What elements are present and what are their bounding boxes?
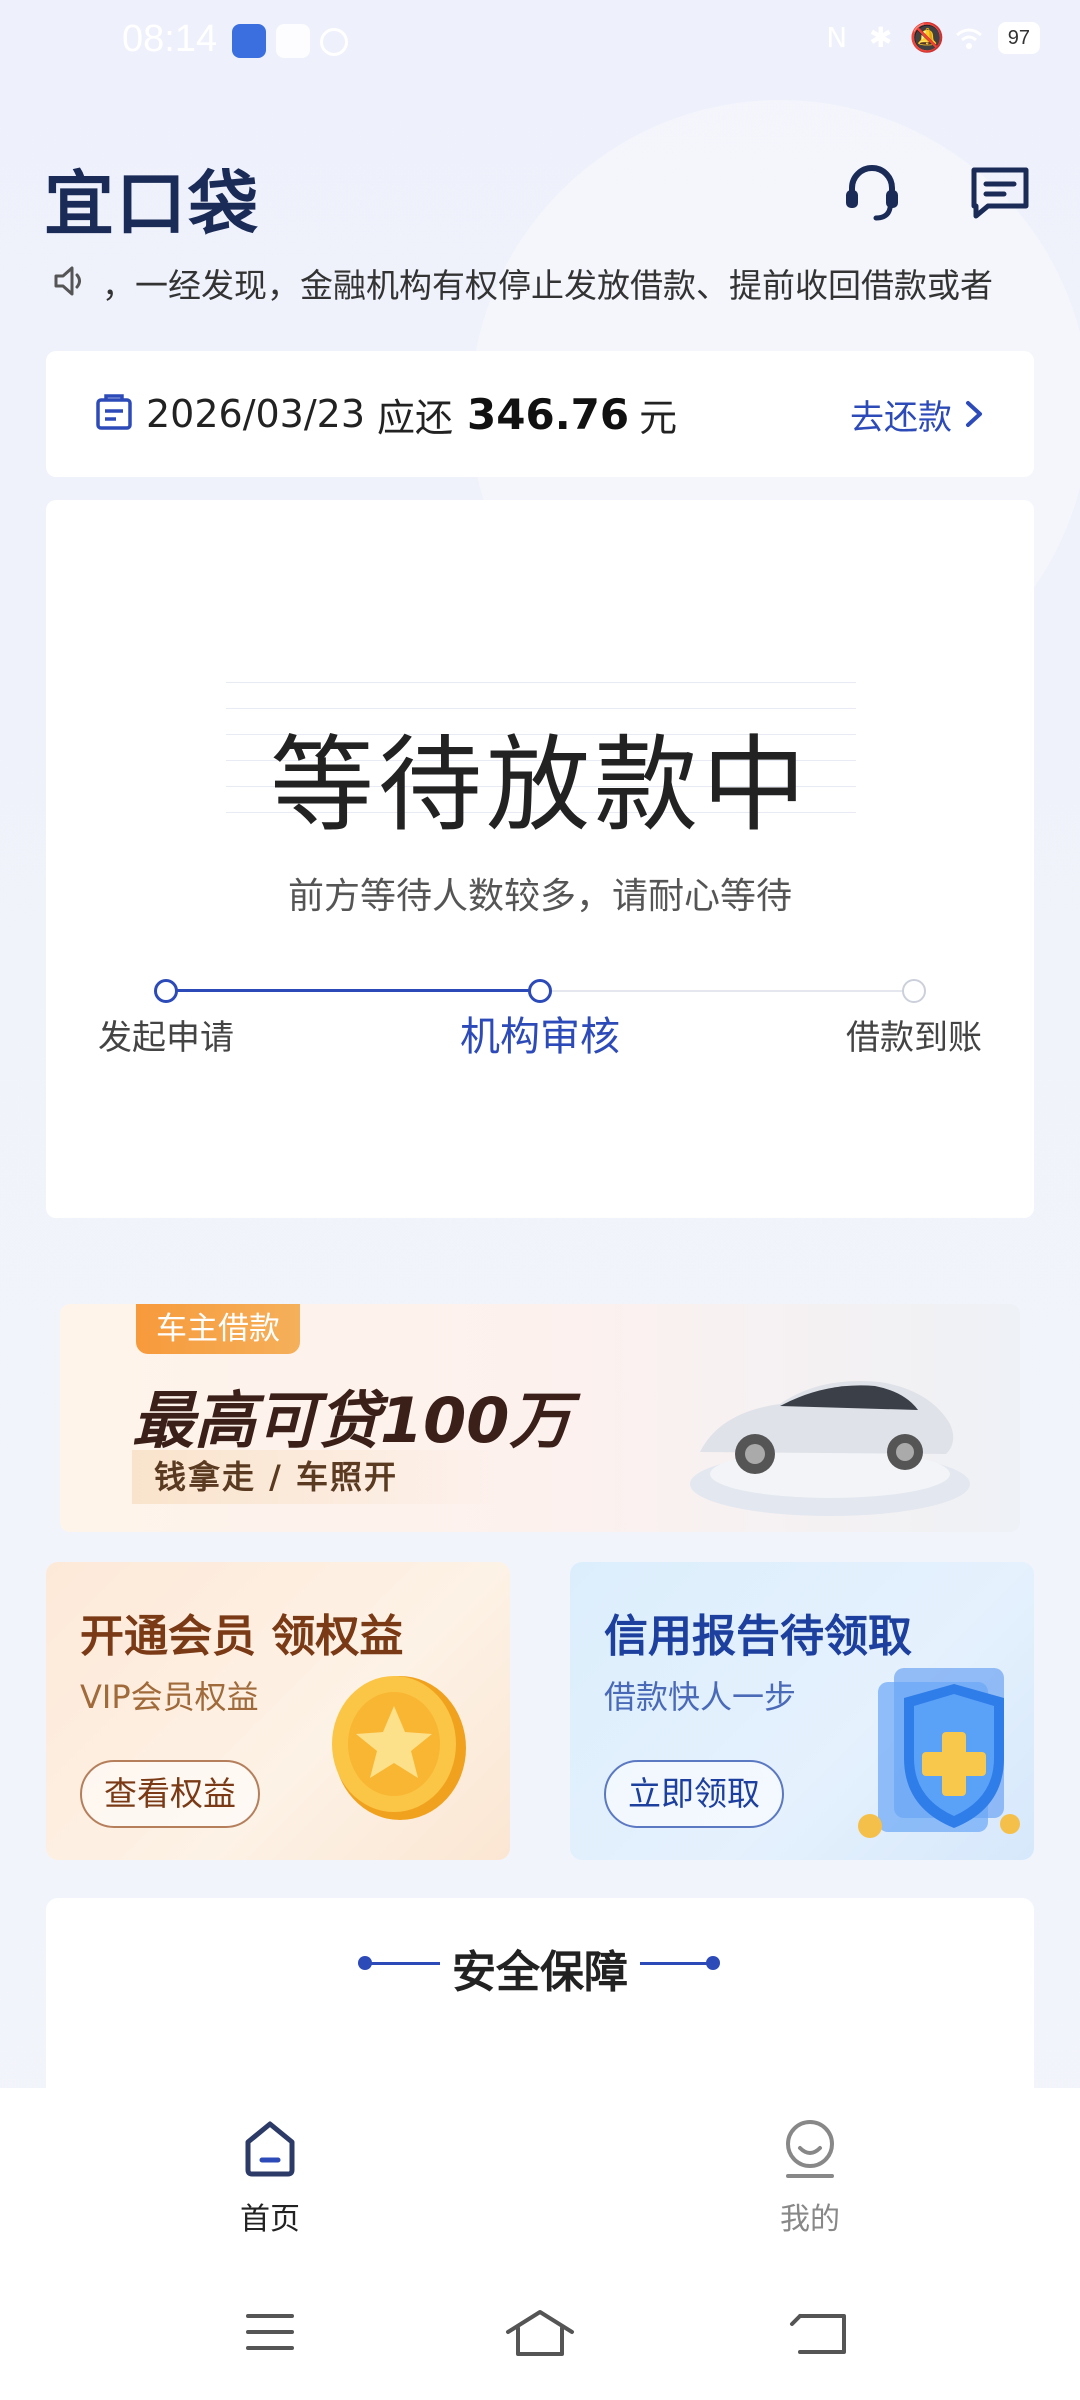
car-illustration xyxy=(690,1380,970,1516)
progress-line-done xyxy=(166,989,540,992)
repay-label: 应还 xyxy=(377,395,454,440)
go-repay-button[interactable]: 去还款 xyxy=(850,390,986,439)
shield-icon xyxy=(858,1668,1020,1838)
message-icon[interactable] xyxy=(968,160,1032,224)
step-label-disbursed: 借款到账 xyxy=(846,1018,982,1058)
app-logo: 宜口袋 xyxy=(44,163,260,245)
security-deco-right-dot xyxy=(706,1956,720,1970)
home-nav-icon[interactable] xyxy=(500,2302,580,2362)
star-coin-icon xyxy=(332,1676,466,1820)
status-time: 08:14 xyxy=(122,18,218,60)
status-title: 等待放款中 xyxy=(269,724,810,846)
chevron-right-icon xyxy=(966,401,982,427)
bottom-tab-bar: 首页 我的 xyxy=(0,2088,1080,2260)
security-deco-right-line xyxy=(640,1962,712,1965)
tab-mine-label: 我的 xyxy=(780,2202,840,2237)
battery-indicator: 97 xyxy=(997,22,1040,54)
progress-dot-1 xyxy=(154,979,178,1003)
notice-marquee[interactable]: ，一经发现，金融机构有权停止发放借款、提前收回借款或者 xyxy=(52,258,1042,308)
vip-card[interactable]: 开通会员 领权益 VIP会员权益 查看权益 xyxy=(46,1562,510,1860)
status-icons: N ✱ 🔕 97 xyxy=(822,22,1040,54)
bluetooth-icon: ✱ xyxy=(869,21,893,54)
status-subtitle: 前方等待人数较多，请耐心等待 xyxy=(287,876,792,917)
step-label-review: 机构审核 xyxy=(460,1014,620,1060)
security-title: 安全保障 xyxy=(452,1947,628,1998)
progress-dot-2 xyxy=(528,979,552,1003)
repay-date: 2026/03/23 xyxy=(146,392,366,436)
progress-line-pending xyxy=(540,990,914,992)
repayment-reminder[interactable]: 2026/03/23 应还 346.76 元 去还款 xyxy=(46,351,1034,477)
home-icon xyxy=(245,2121,295,2177)
promo-tag: 车主借款 xyxy=(136,1304,300,1354)
promo-title: 最高可贷100万 xyxy=(132,1384,572,1457)
view-benefits-button[interactable]: 查看权益 xyxy=(80,1760,260,1828)
repay-amount: 346.76 xyxy=(467,389,630,439)
bill-icon xyxy=(94,392,134,436)
profile-icon xyxy=(786,2120,834,2178)
app-notification-icon xyxy=(232,24,266,58)
security-section: 安全保障 xyxy=(46,1898,1034,2088)
notice-text: ，一经发现，金融机构有权停止发放借款、提前收回借款或者 xyxy=(102,266,993,305)
credit-report-card[interactable]: 信用报告待领取 借款快人一步 立即领取 xyxy=(570,1562,1034,1860)
progress-dot-3 xyxy=(902,979,926,1003)
mute-icon: 🔕 xyxy=(909,21,945,54)
credit-subtitle: 借款快人一步 xyxy=(604,1678,797,1716)
weibo-notification-icon xyxy=(320,28,348,56)
repay-unit: 元 xyxy=(639,395,678,440)
claim-now-button[interactable]: 立即领取 xyxy=(604,1760,784,1828)
nfc-icon: N xyxy=(826,21,848,54)
menu-icon[interactable] xyxy=(230,2302,310,2362)
tab-home-label: 首页 xyxy=(240,2202,300,2237)
wifi-icon xyxy=(954,23,984,53)
tab-home[interactable]: 首页 xyxy=(170,2118,370,2238)
status-bar: 08:14 N ✱ 🔕 97 xyxy=(0,0,1080,84)
promo-subtitle: 钱拿走 / 车照开 xyxy=(132,1450,502,1504)
system-nav-bar xyxy=(0,2260,1080,2400)
speaker-icon xyxy=(52,263,88,303)
loan-status-card: 等待放款中 前方等待人数较多，请耐心等待 发起申请 机构审核 借款到账 xyxy=(46,500,1034,1218)
go-repay-label: 去还款 xyxy=(850,397,952,438)
customer-service-icon[interactable] xyxy=(840,160,904,224)
back-icon[interactable] xyxy=(782,2302,862,2362)
vip-subtitle: VIP会员权益 xyxy=(80,1678,259,1716)
video-notification-icon xyxy=(276,24,310,58)
car-loan-banner[interactable]: 车主借款 最高可贷100万 钱拿走 / 车照开 xyxy=(60,1304,1020,1532)
vip-title: 开通会员 领权益 xyxy=(80,1611,404,1662)
step-label-apply: 发起申请 xyxy=(98,1018,234,1058)
tab-mine[interactable]: 我的 xyxy=(710,2118,910,2238)
